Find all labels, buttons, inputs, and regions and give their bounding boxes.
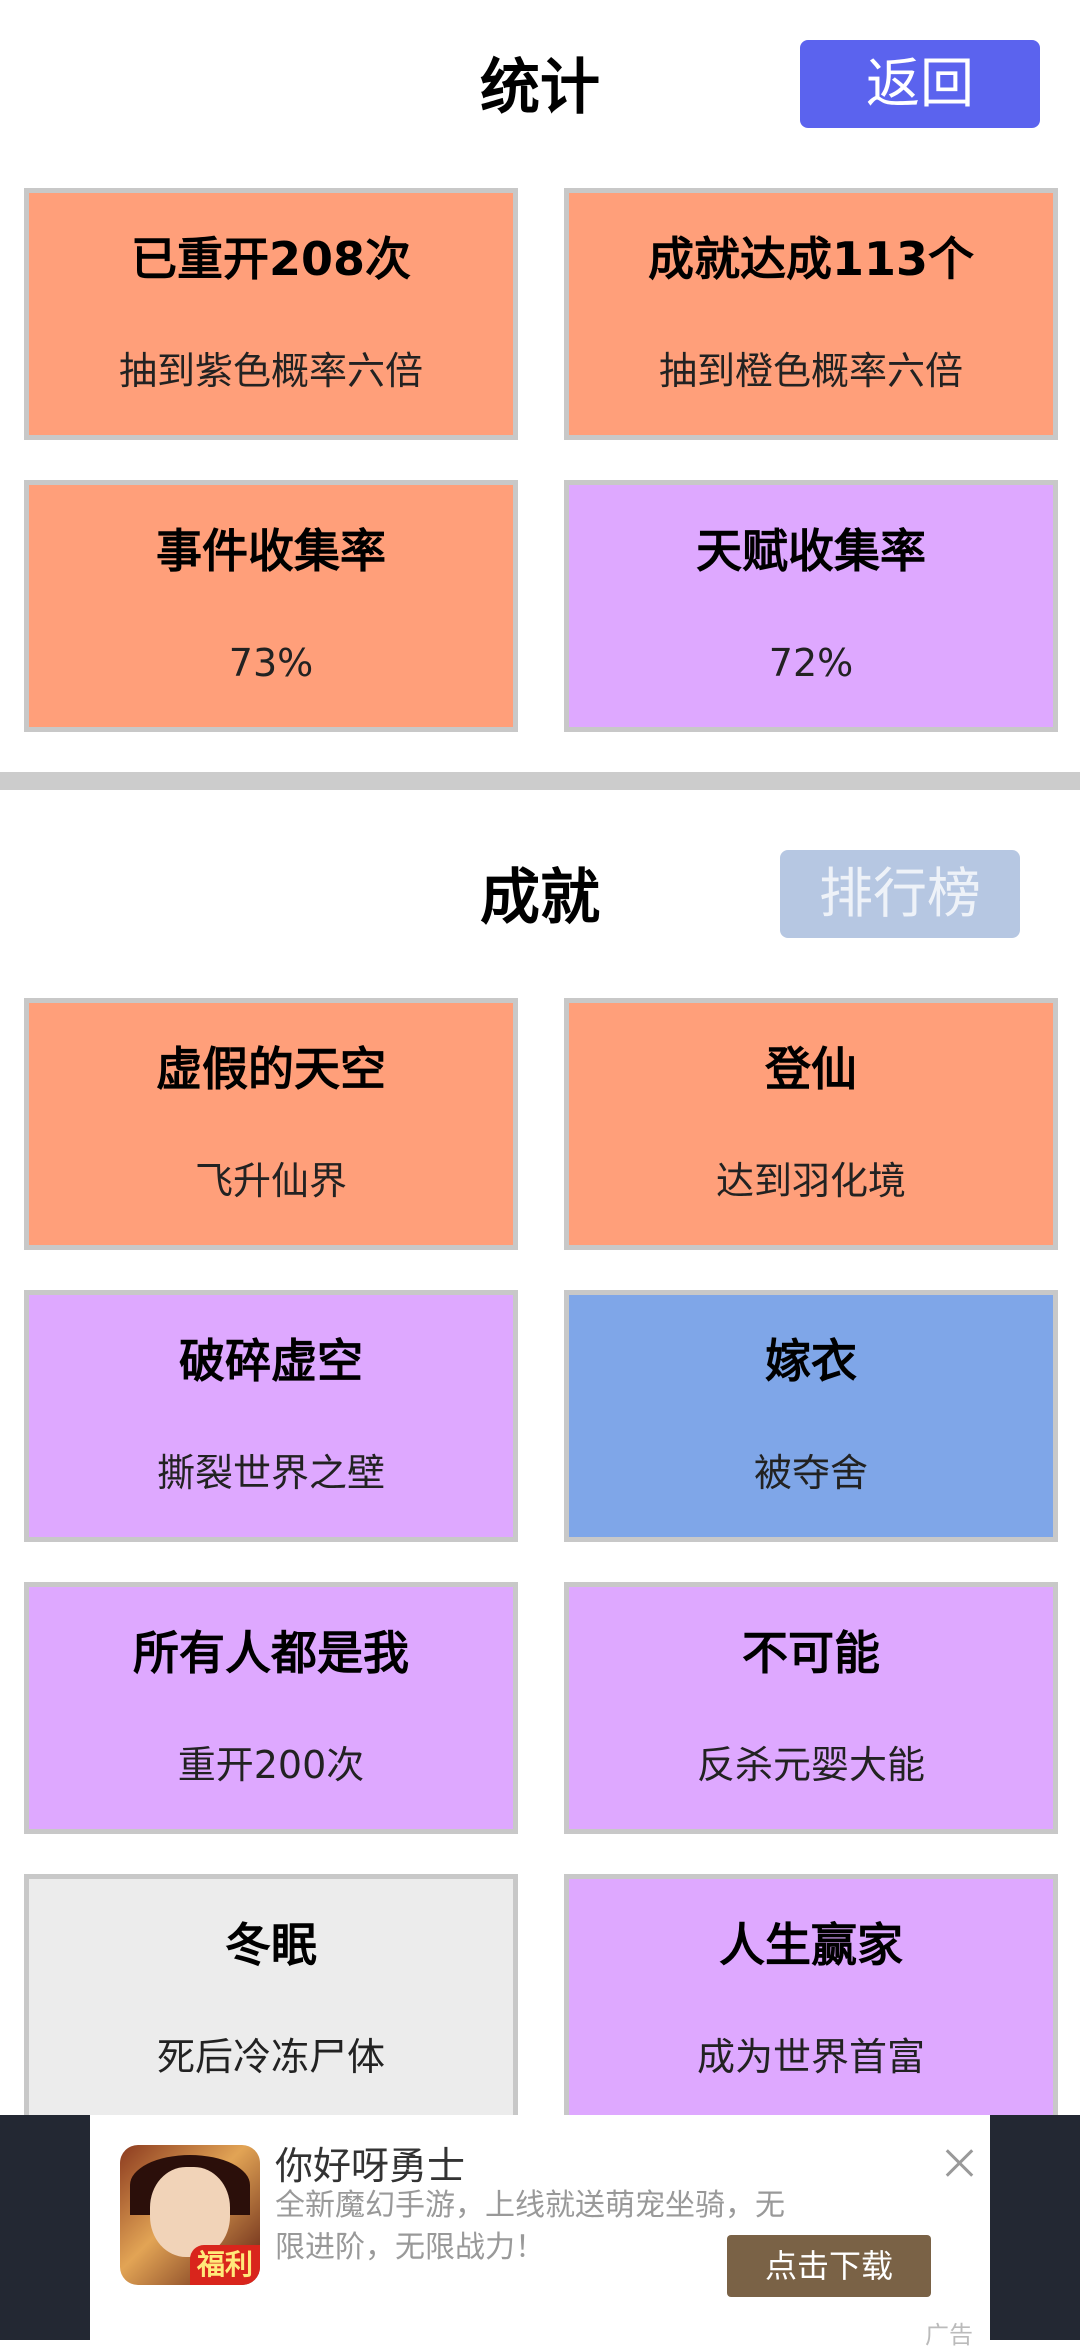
achievement-desc: 死后冷冻尸体 — [156, 2035, 385, 2079]
ad-label: 广告 — [925, 2321, 973, 2349]
achievement-desc: 反杀元婴大能 — [696, 1743, 925, 1787]
ad-banner-background: 福利 你好呀勇士 全新魔幻手游，上线就送萌宠坐骑，无限进阶，无限战力！ 点击下载… — [0, 2115, 1080, 2349]
section-divider — [0, 772, 1080, 790]
achievement-card[interactable]: 人生赢家 成为世界首富 — [564, 1874, 1058, 2126]
stat-card-sub: 抽到橙色概率六倍 — [658, 349, 963, 393]
stat-card-sub: 抽到紫色概率六倍 — [118, 349, 423, 393]
stat-card-title: 成就达成113个 — [647, 232, 975, 286]
achievement-desc: 被夺舍 — [753, 1451, 868, 1495]
stat-card-title: 事件收集率 — [156, 524, 386, 578]
stat-card-talent-rate: 天赋收集率 72% — [564, 480, 1058, 732]
ad-description: 全新魔幻手游，上线就送萌宠坐骑，无限进阶，无限战力！ — [275, 2188, 785, 2265]
stat-card-event-rate: 事件收集率 73% — [24, 480, 518, 732]
achievement-desc: 撕裂世界之壁 — [156, 1451, 385, 1495]
stat-card-sub: 72% — [768, 641, 854, 685]
game-icon[interactable]: 福利 — [120, 2145, 260, 2285]
leaderboard-button[interactable]: 排行榜 — [780, 850, 1020, 938]
stat-card-title: 已重开208次 — [130, 232, 412, 286]
achievement-card[interactable]: 所有人都是我 重开200次 — [24, 1582, 518, 1834]
achievement-card[interactable]: 登仙 达到羽化境 — [564, 998, 1058, 1250]
character-face — [150, 2167, 230, 2257]
achievement-title: 人生赢家 — [719, 1918, 903, 1972]
achievement-card[interactable]: 破碎虚空 撕裂世界之壁 — [24, 1290, 518, 1542]
stat-card-sub: 73% — [228, 641, 314, 685]
achievement-title: 虚假的天空 — [156, 1042, 386, 1096]
achievement-card[interactable]: 嫁衣 被夺舍 — [564, 1290, 1058, 1542]
stat-card-title: 天赋收集率 — [696, 524, 926, 578]
close-icon[interactable] — [942, 2145, 978, 2181]
download-button[interactable]: 点击下载 — [727, 2235, 931, 2297]
achievement-card[interactable]: 虚假的天空 飞升仙界 — [24, 998, 518, 1250]
achievement-title: 破碎虚空 — [179, 1334, 363, 1388]
achievement-title: 嫁衣 — [765, 1334, 857, 1388]
icon-tag: 福利 — [190, 2245, 260, 2285]
back-button[interactable]: 返回 — [800, 40, 1040, 128]
achievement-desc: 达到羽化境 — [715, 1159, 906, 1203]
achievement-desc: 重开200次 — [177, 1743, 365, 1787]
ad-title: 你好呀勇士 — [275, 2144, 466, 2188]
achievement-title: 所有人都是我 — [133, 1626, 409, 1680]
achievement-desc: 飞升仙界 — [194, 1159, 347, 1203]
achievement-title: 冬眠 — [225, 1918, 317, 1972]
achievement-card[interactable]: 冬眠 死后冷冻尸体 — [24, 1874, 518, 2126]
stat-card-achievements: 成就达成113个 抽到橙色概率六倍 — [564, 188, 1058, 440]
ad-banner[interactable]: 福利 你好呀勇士 全新魔幻手游，上线就送萌宠坐骑，无限进阶，无限战力！ 点击下载… — [90, 2115, 990, 2349]
achievement-title: 登仙 — [765, 1042, 857, 1096]
achievement-title: 不可能 — [742, 1626, 880, 1680]
achievement-desc: 成为世界首富 — [696, 2035, 925, 2079]
achievement-card[interactable]: 不可能 反杀元婴大能 — [564, 1582, 1058, 1834]
stat-card-restarts: 已重开208次 抽到紫色概率六倍 — [24, 188, 518, 440]
